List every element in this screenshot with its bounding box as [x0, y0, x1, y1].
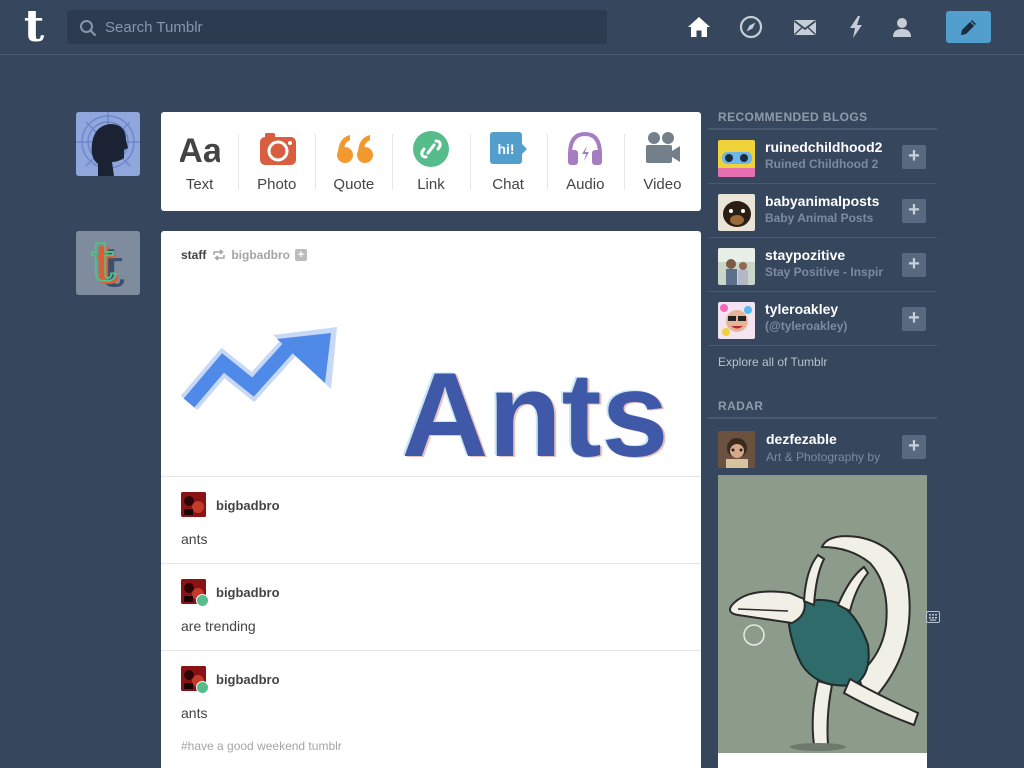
- reblog-text: ants: [181, 531, 208, 547]
- svg-text:hi!: hi!: [498, 141, 515, 157]
- radar-blog-avatar[interactable]: [718, 431, 755, 468]
- follow-button[interactable]: +: [902, 145, 926, 169]
- reblog-entry: bigbadbro ants: [161, 650, 701, 737]
- post-chat-button[interactable]: hi! Chat: [469, 112, 547, 211]
- blog-title: Stay Positive - Inspir: [765, 265, 884, 279]
- radar-post-footer: [718, 753, 927, 768]
- reblog-icon: [213, 249, 226, 261]
- post-quote-label: Quote: [333, 176, 375, 193]
- post-header: staff bigbadbro +: [181, 247, 308, 263]
- user-avatar[interactable]: [76, 112, 140, 176]
- post-author-link[interactable]: staff: [181, 248, 206, 262]
- svg-text:Aa: Aa: [180, 132, 220, 168]
- radar-post-image[interactable]: [718, 475, 927, 753]
- blog-avatar[interactable]: [718, 302, 755, 339]
- blog-name[interactable]: babyanimalposts: [765, 193, 893, 209]
- trending-arrow-icon: [180, 327, 337, 411]
- staff-avatar[interactable]: t t t: [76, 231, 140, 295]
- keyboard-icon[interactable]: [926, 611, 940, 623]
- recommended-blog-item[interactable]: staypozitive Stay Positive - Inspir +: [708, 238, 937, 292]
- blog-title: (@tyleroakley): [765, 319, 848, 333]
- radar-heading: RADAR: [718, 399, 764, 413]
- post-audio-button[interactable]: Audio: [546, 112, 624, 211]
- dancing-crocodile-illustration: [718, 475, 927, 753]
- quote-icon: [336, 135, 373, 163]
- post-photo-button[interactable]: Photo: [238, 112, 315, 211]
- reblog-badge-icon: [196, 594, 209, 607]
- reblog-entry: bigbadbro ants: [161, 476, 701, 563]
- post-quote-button[interactable]: Quote: [315, 112, 392, 211]
- radar-blog-name[interactable]: dezfezable: [766, 431, 837, 447]
- explore-icon[interactable]: [738, 14, 764, 40]
- blog-avatar[interactable]: [718, 248, 755, 285]
- dashboard-post: staff bigbadbro + Ants Ants Ants bigbadb: [161, 231, 701, 768]
- staff-avatar-image: t t t: [76, 231, 140, 295]
- video-icon: [646, 132, 681, 163]
- explore-all-link[interactable]: Explore all of Tumblr: [718, 355, 827, 369]
- post-text-label: Text: [185, 176, 214, 193]
- post-tags[interactable]: #have a good weekend tumblr: [181, 739, 342, 753]
- reblog-badge-icon: [196, 681, 209, 694]
- post-photo-label: Photo: [257, 176, 297, 193]
- post-link-label: Link: [417, 176, 445, 193]
- search-bar[interactable]: [67, 10, 607, 44]
- post-link-button[interactable]: Link: [392, 112, 469, 211]
- blog-title: Ruined Childhood 2: [765, 157, 879, 171]
- audio-icon: [568, 131, 603, 165]
- blog-name[interactable]: tyleroakley: [765, 301, 893, 317]
- reblogger-name[interactable]: bigbadbro: [216, 672, 280, 687]
- follow-button[interactable]: +: [902, 199, 926, 223]
- post-video-button[interactable]: Video: [623, 112, 701, 211]
- recommended-blogs-heading: RECOMMENDED BLOGS: [718, 110, 868, 124]
- pencil-icon: [961, 20, 976, 35]
- reblogger-name[interactable]: bigbadbro: [216, 498, 280, 513]
- recommended-blog-item[interactable]: babyanimalposts Baby Animal Posts +: [708, 184, 937, 238]
- blog-name[interactable]: staypozitive: [765, 247, 893, 263]
- sidebar-divider: [708, 417, 937, 419]
- radar-blog-title: Art & Photography by: [766, 450, 881, 464]
- blog-avatar[interactable]: [718, 140, 755, 177]
- svg-text:t: t: [91, 231, 116, 293]
- search-input[interactable]: [105, 10, 595, 44]
- post-image-text: Ants Ants Ants: [400, 347, 671, 475]
- compose-button[interactable]: [946, 11, 991, 43]
- reblogger-avatar[interactable]: [181, 492, 206, 517]
- follow-button[interactable]: +: [902, 253, 926, 277]
- post-image: Ants Ants Ants: [180, 327, 671, 475]
- top-bar: t: [0, 0, 1024, 55]
- reblog-source-link[interactable]: bigbadbro: [231, 248, 290, 262]
- recommended-blog-item[interactable]: ruinedchildhood2 Ruined Childhood 2 +: [708, 130, 937, 184]
- reblog-text: are trending: [181, 618, 256, 634]
- post-type-bar: Aa Text Photo Quote Link hi! Chat Audio …: [161, 112, 701, 211]
- photo-icon: [259, 133, 296, 165]
- radar-follow-button[interactable]: +: [902, 435, 926, 459]
- follow-plus-icon[interactable]: +: [295, 249, 308, 261]
- recommended-blog-item[interactable]: tyleroakley (@tyleroakley) +: [708, 292, 937, 346]
- post-chat-label: Chat: [492, 176, 524, 193]
- blog-name[interactable]: ruinedchildhood2: [765, 139, 893, 155]
- link-icon: [412, 131, 449, 167]
- follow-button[interactable]: +: [902, 307, 926, 331]
- post-text-button[interactable]: Aa Text: [161, 112, 238, 211]
- reblogger-name[interactable]: bigbadbro: [216, 585, 280, 600]
- text-icon: Aa: [180, 132, 220, 168]
- blog-avatar[interactable]: [718, 194, 755, 231]
- tumblr-logo[interactable]: t: [18, 5, 50, 49]
- reblog-entry: bigbadbro are trending: [161, 563, 701, 650]
- home-icon[interactable]: [686, 14, 712, 40]
- search-icon: [80, 20, 97, 37]
- activity-icon[interactable]: [843, 14, 869, 40]
- chat-icon: hi!: [490, 132, 528, 164]
- post-video-label: Video: [643, 176, 682, 193]
- reblog-text: ants: [181, 705, 208, 721]
- post-audio-label: Audio: [566, 176, 605, 193]
- user-avatar-image: [76, 112, 140, 176]
- svg-text:Ants: Ants: [402, 348, 669, 475]
- inbox-icon[interactable]: [792, 14, 818, 40]
- blog-title: Baby Animal Posts: [765, 211, 874, 225]
- account-icon[interactable]: [889, 14, 915, 40]
